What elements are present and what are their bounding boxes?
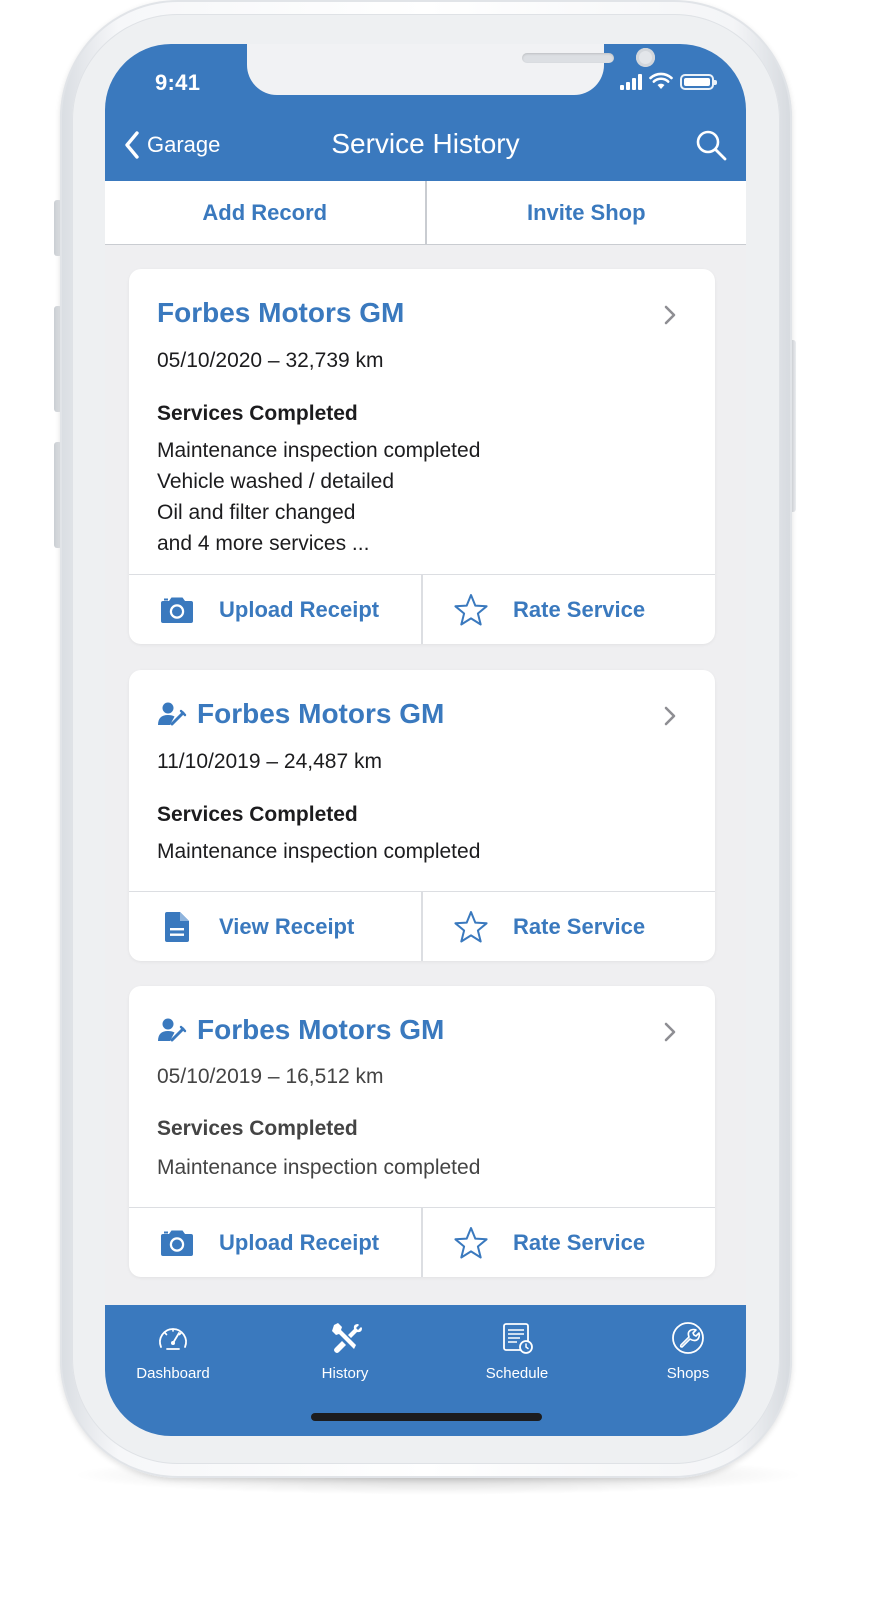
tab-label: Shops (666, 1365, 710, 1382)
card-shop-name[interactable]: Forbes Motors GM (157, 698, 444, 730)
rate-service-label: Rate Service (513, 913, 646, 939)
upload-receipt-button[interactable]: Upload Receipt (129, 1208, 421, 1277)
signal-icon (620, 74, 642, 90)
service-item: Oil and filter changed (157, 501, 356, 524)
camera-icon (159, 1228, 195, 1258)
services-heading: Services Completed (157, 803, 358, 826)
star-icon (453, 1226, 489, 1258)
document-icon (159, 911, 195, 942)
status-icons (620, 72, 717, 90)
chevron-right-icon[interactable] (663, 304, 677, 326)
service-item: Maintenance inspection completed (157, 840, 481, 863)
schedule-icon (503, 1323, 533, 1354)
more-services: and 4 more services ... (157, 532, 370, 555)
notch (247, 44, 655, 95)
card-actions: Upload Receipt Rate Service (129, 574, 715, 644)
service-date-mileage: 05/10/2019 – 16,512 km (157, 1065, 384, 1088)
status-time: 9:41 (155, 70, 201, 95)
app-screen: 9:41 Garage Service History Add Record I… (105, 44, 746, 1436)
service-date-mileage: 11/10/2019 – 24,487 km (157, 750, 382, 773)
service-item: Maintenance inspection completed (157, 439, 481, 462)
verified-shop-icon (158, 702, 187, 726)
view-receipt-button[interactable]: View Receipt (129, 892, 421, 961)
rate-service-label: Rate Service (513, 1229, 646, 1255)
front-camera (636, 48, 655, 67)
speaker-grille (522, 53, 614, 63)
tools-icon (332, 1323, 362, 1353)
shop-name: Forbes Motors GM (197, 1014, 445, 1045)
invite-shop-button[interactable]: Invite Shop (424, 181, 747, 244)
wrench-icon (672, 1322, 704, 1354)
card-actions: Upload Receipt Rate Service (129, 1207, 715, 1277)
service-record-card[interactable]: Forbes Motors GM 05/10/2020 – 32,739 km … (129, 269, 715, 644)
service-record-card[interactable]: Forbes Motors GM 11/10/2019 – 24,487 km … (129, 670, 715, 961)
tab-label: Schedule (485, 1365, 549, 1382)
card-shop-name[interactable]: Forbes Motors GM (157, 297, 404, 329)
rate-service-button[interactable]: Rate Service (421, 1208, 715, 1277)
services-list: Maintenance inspection completed (157, 836, 480, 867)
upload-receipt-label: Upload Receipt (219, 596, 380, 622)
home-indicator (311, 1413, 542, 1421)
verified-shop-icon (158, 1018, 187, 1042)
chevron-right-icon[interactable] (663, 1021, 677, 1043)
rate-service-label: Rate Service (513, 596, 646, 622)
navigation-header: 9:41 Garage Service History (105, 44, 746, 181)
service-item: Maintenance inspection completed (157, 1156, 481, 1179)
upload-receipt-label: Upload Receipt (219, 1229, 380, 1255)
camera-icon (159, 595, 195, 625)
services-list: Maintenance inspection completed (157, 1152, 480, 1183)
services-heading: Services Completed (157, 1117, 358, 1140)
service-date-mileage: 05/10/2020 – 32,739 km (157, 349, 384, 372)
tab-history[interactable]: History (290, 1321, 400, 1382)
add-record-button[interactable]: Add Record (105, 181, 425, 244)
shop-name: Forbes Motors GM (157, 297, 405, 328)
speedometer-icon (159, 1328, 187, 1350)
services-list: Maintenance inspection completed Vehicle… (157, 435, 480, 559)
shop-name: Forbes Motors GM (197, 698, 445, 729)
tab-shops[interactable]: Shops (633, 1321, 743, 1382)
services-heading: Services Completed (157, 402, 358, 425)
tab-label: History (321, 1365, 369, 1382)
search-icon[interactable] (694, 128, 728, 162)
rate-service-button[interactable]: Rate Service (421, 575, 715, 644)
tab-dashboard[interactable]: Dashboard (118, 1321, 228, 1382)
card-shop-name[interactable]: Forbes Motors GM (157, 1014, 444, 1046)
service-record-card[interactable]: Forbes Motors GM 05/10/2019 – 16,512 km … (129, 986, 715, 1277)
service-item: Vehicle washed / detailed (157, 470, 394, 493)
wifi-icon (649, 72, 673, 89)
upload-receipt-button[interactable]: Upload Receipt (129, 575, 421, 644)
tab-schedule[interactable]: Schedule (462, 1321, 572, 1382)
page-title: Service History (331, 128, 520, 159)
tab-label: Dashboard (136, 1365, 210, 1382)
view-receipt-label: View Receipt (219, 913, 355, 939)
top-actions: Add Record Invite Shop (105, 181, 746, 245)
card-actions: View Receipt Rate Service (129, 891, 715, 961)
star-icon (453, 910, 489, 942)
battery-icon (680, 74, 717, 90)
chevron-right-icon[interactable] (663, 705, 677, 727)
rate-service-button[interactable]: Rate Service (421, 892, 715, 961)
star-icon (453, 593, 489, 625)
